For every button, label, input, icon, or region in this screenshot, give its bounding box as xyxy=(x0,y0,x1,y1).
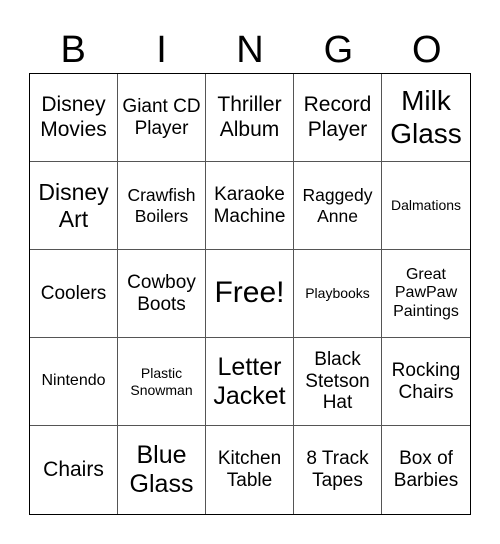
bingo-grid: Disney Movies Giant CD Player Thriller A… xyxy=(29,73,471,515)
bingo-cell[interactable]: 8 Track Tapes xyxy=(294,426,382,514)
header-letter-b: B xyxy=(60,29,86,71)
bingo-cell[interactable]: Blue Glass xyxy=(118,426,206,514)
bingo-cell[interactable]: Black Stetson Hat xyxy=(294,338,382,426)
bingo-cell[interactable]: Letter Jacket xyxy=(206,338,294,426)
bingo-cell[interactable]: Chairs xyxy=(30,426,118,514)
bingo-cell[interactable]: Box of Barbies xyxy=(382,426,470,514)
bingo-cell[interactable]: Disney Movies xyxy=(30,74,118,162)
bingo-cell[interactable]: Dalmations xyxy=(382,162,470,250)
bingo-cell[interactable]: Giant CD Player xyxy=(118,74,206,162)
bingo-cell[interactable]: Disney Art xyxy=(30,162,118,250)
bingo-cell[interactable]: Raggedy Anne xyxy=(294,162,382,250)
bingo-cell[interactable]: Karaoke Machine xyxy=(206,162,294,250)
header-letter-g: G xyxy=(323,29,354,71)
bingo-cell[interactable]: Coolers xyxy=(30,250,118,338)
bingo-cell[interactable]: Cowboy Boots xyxy=(118,250,206,338)
bingo-cell[interactable]: Great PawPaw Paintings xyxy=(382,250,470,338)
free-space[interactable]: Free! xyxy=(206,250,294,338)
bingo-cell[interactable]: Plastic Snowman xyxy=(118,338,206,426)
bingo-cell[interactable]: Rocking Chairs xyxy=(382,338,470,426)
bingo-cell[interactable]: Nintendo xyxy=(30,338,118,426)
bingo-cell[interactable]: Milk Glass xyxy=(382,74,470,162)
bingo-cell[interactable]: Record Player xyxy=(294,74,382,162)
bingo-cell[interactable]: Playbooks xyxy=(294,250,382,338)
bingo-cell[interactable]: Kitchen Table xyxy=(206,426,294,514)
header-letter-i: I xyxy=(156,29,167,71)
header-letter-n: N xyxy=(236,29,264,71)
bingo-cell[interactable]: Crawfish Boilers xyxy=(118,162,206,250)
header-letter-o: O xyxy=(411,29,442,71)
bingo-header: B I N G O xyxy=(29,28,471,72)
bingo-cell[interactable]: Thriller Album xyxy=(206,74,294,162)
